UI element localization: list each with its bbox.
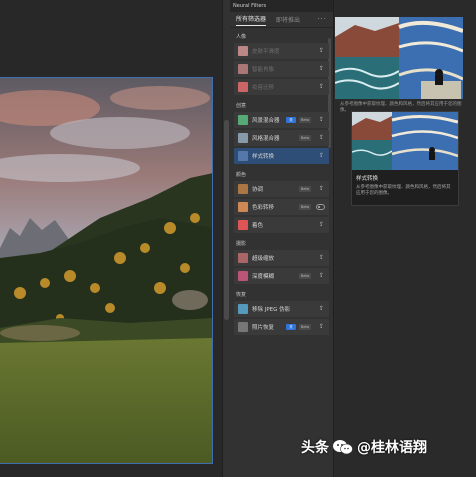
filter-label: 色彩转移 <box>252 205 275 211</box>
filter-item[interactable]: 样式转换 ⇪ <box>234 148 329 164</box>
filter-tooltip: 样式转换 从参考图像中获取纹理、颜色和风格，然后将其应用于您的图像。 <box>351 111 459 206</box>
canvas-scrollbar[interactable] <box>222 0 230 477</box>
section-title: 摄影 <box>236 241 247 247</box>
neural-filters-panel: Neural Filters 所有筛选器 即将推出 ··· 人像 皮肤平滑度 ⇪ 智能… <box>230 0 334 477</box>
cloud-download-icon[interactable]: ⇪ <box>319 254 324 262</box>
tab-coming-soon[interactable]: 即将推出 <box>276 15 300 24</box>
filter-thumbnail-icon <box>238 46 248 56</box>
cloud-download-icon[interactable]: ⇪ <box>319 116 324 124</box>
filter-item[interactable]: 超级缩放 ⇪ <box>234 250 329 266</box>
filter-thumbnail-icon <box>238 202 248 212</box>
watermark-name: @桂林语翔 <box>357 440 427 456</box>
section-title: 创意 <box>236 103 247 109</box>
wechat-logo-icon <box>333 440 353 455</box>
cloud-download-icon[interactable]: ⇪ <box>319 152 324 160</box>
filter-item[interactable]: 着色 ⇪ <box>234 217 329 233</box>
filter-thumbnail-icon <box>238 322 248 332</box>
filter-item[interactable]: 皮肤平滑度 ⇪ <box>234 43 329 59</box>
filter-item[interactable]: 智能肖像 ⇪ <box>234 61 329 77</box>
cloud-download-icon[interactable]: ⇪ <box>319 272 324 280</box>
filter-label: 样式转换 <box>252 154 275 160</box>
filter-item[interactable]: 协调 Beta ⇪ <box>234 181 329 197</box>
beta-badge: Beta <box>299 273 311 279</box>
canvas-scrollbar-thumb[interactable] <box>224 120 229 320</box>
filter-thumbnail-icon <box>238 271 248 281</box>
tooltip-title: 样式转换 <box>356 176 379 182</box>
filter-label: 妆容迁移 <box>252 85 275 91</box>
tab-all-filters[interactable]: 所有筛选器 <box>236 14 267 26</box>
section-title: 人像 <box>236 34 247 40</box>
cloud-download-icon[interactable]: ⇪ <box>319 305 324 313</box>
filter-thumbnail-icon <box>238 184 248 194</box>
more-dots-icon[interactable]: ··· <box>317 15 327 23</box>
filter-thumbnail-icon <box>238 115 248 125</box>
beta-badge: Beta <box>299 324 311 330</box>
cloud-download-icon[interactable]: ⇪ <box>319 83 324 91</box>
filter-label: 照片恢复 <box>252 325 275 331</box>
filter-preview-area: 从参考图像中获取纹理、颜色和风格，然后将其应用于您的图像。 样式转换 从参考图像… <box>335 0 476 477</box>
cloud-download-icon[interactable]: ⇪ <box>319 221 324 229</box>
filter-label: 智能肖像 <box>252 67 275 73</box>
cloud-download-icon[interactable]: ⇪ <box>319 134 324 142</box>
photoshop-window: Neural Filters 所有筛选器 即将推出 ··· 人像 皮肤平滑度 ⇪ 智能… <box>0 0 476 477</box>
filter-label: 着色 <box>252 223 264 229</box>
filter-item[interactable]: 风景混合器关 Beta ⇪ <box>234 112 329 128</box>
filter-thumbnail-icon <box>238 151 248 161</box>
filter-item[interactable]: 照片恢复 关 Beta ⇪ <box>234 319 329 335</box>
beta-badge: Beta <box>299 135 311 141</box>
filter-item[interactable]: 风格混合器 Beta ⇪ <box>234 130 329 146</box>
cloud-download-icon[interactable]: ⇪ <box>319 65 324 73</box>
beta-badge: Beta <box>299 204 311 210</box>
filter-item[interactable]: 深度模糊 Beta ⇪ <box>234 268 329 284</box>
filter-tabs: 所有筛选器 即将推出 ··· <box>230 12 333 28</box>
filter-label: 深度模糊 <box>252 274 275 280</box>
filter-toggle[interactable] <box>316 204 325 210</box>
document-canvas[interactable] <box>0 0 224 477</box>
filter-label: 风格混合器 <box>252 136 280 142</box>
cloud-download-icon[interactable]: ⇪ <box>319 323 324 331</box>
beta-badge: Beta <box>299 186 311 192</box>
panel-title: Neural Filters <box>230 0 333 12</box>
filter-thumbnail-icon <box>238 304 248 314</box>
tooltip-image <box>352 112 458 170</box>
filter-on-badge[interactable]: 关 <box>286 117 296 123</box>
filter-label: 移除 JPEG 伪影 <box>252 307 291 313</box>
filter-thumbnail-icon <box>238 133 248 143</box>
filter-thumbnail-icon <box>238 82 248 92</box>
filter-item[interactable]: 色彩转移 Beta <box>234 199 329 215</box>
tooltip-description: 从参考图像中获取纹理、颜色和风格，然后将其应用于您的图像。 <box>356 185 451 196</box>
filter-item[interactable]: 移除 JPEG 伪影 ⇪ <box>234 301 329 317</box>
cloud-download-icon[interactable]: ⇪ <box>319 185 324 193</box>
landscape-photo[interactable] <box>0 77 213 464</box>
watermark-prefix: 头条 <box>301 440 329 456</box>
beta-badge: Beta <box>299 117 311 123</box>
style-preview-image <box>335 17 463 99</box>
filter-on-badge[interactable]: 关 <box>286 324 296 330</box>
cloud-download-icon[interactable]: ⇪ <box>319 47 324 55</box>
section-title: 颜色 <box>236 172 247 178</box>
filter-thumbnail-icon <box>238 220 248 230</box>
filter-label: 超级缩放 <box>252 256 275 262</box>
filter-label: 皮肤平滑度 <box>252 49 280 55</box>
section-title: 恢复 <box>236 292 247 298</box>
watermark: 头条 @桂林语翔 <box>301 432 427 462</box>
filter-label: 风景混合器 <box>252 118 280 124</box>
filter-list: 人像 皮肤平滑度 ⇪ 智能肖像 ⇪ 妆容迁移 ⇪ 创意 风景混合器关 Beta ⇪ 风格混合器 Beta… <box>230 28 333 335</box>
filter-thumbnail-icon <box>238 253 248 263</box>
filter-item[interactable]: 妆容迁移 ⇪ <box>234 79 329 95</box>
filter-label: 协调 <box>252 187 264 193</box>
filter-thumbnail-icon <box>238 64 248 74</box>
